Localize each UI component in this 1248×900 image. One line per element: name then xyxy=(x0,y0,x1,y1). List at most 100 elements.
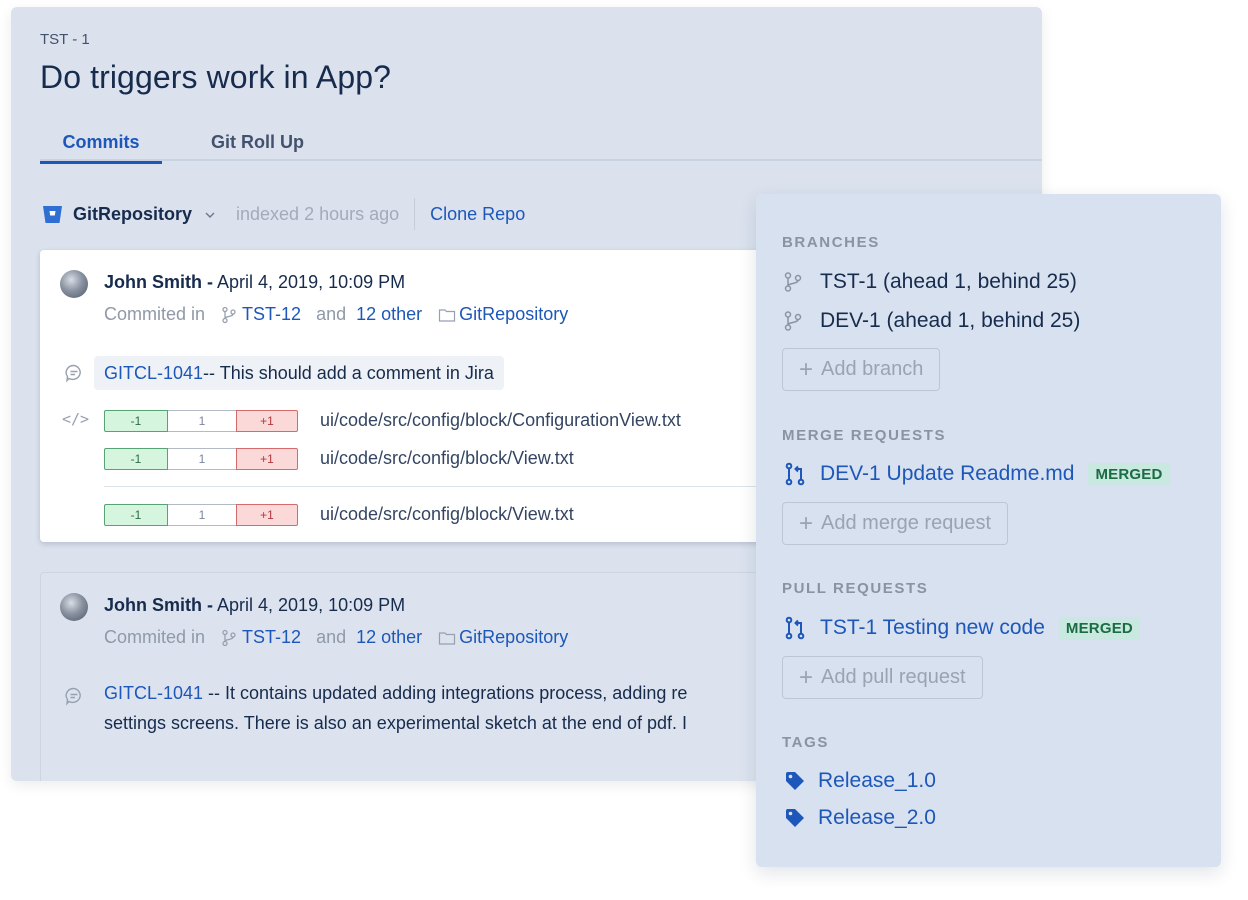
merged-status-badge: MERGED xyxy=(1088,462,1170,486)
branch-icon xyxy=(784,311,802,331)
tag-icon xyxy=(786,772,804,790)
commit-date: April 4, 2019, 10:09 PM xyxy=(217,272,406,292)
indexed-status: indexed 2 hours ago xyxy=(236,203,400,224)
add-branch-button[interactable]: + Add branch xyxy=(782,348,941,391)
tab-git-roll-up[interactable]: Git Roll Up xyxy=(211,132,304,153)
vertical-divider xyxy=(414,198,416,230)
repository-link[interactable]: GitRepository xyxy=(459,304,568,325)
lines-unchanged: 1 xyxy=(168,504,236,526)
issue-title: Do triggers work in App? xyxy=(40,59,392,95)
file-diff-row: -1 1 +1 xyxy=(104,448,298,470)
branch-item[interactable]: TST-1 (ahead 1, behind 25) xyxy=(782,270,1077,294)
and-label: and xyxy=(316,304,347,324)
merged-status-badge: MERGED xyxy=(1058,616,1140,640)
branches-heading: BRANCHES xyxy=(782,234,880,251)
tag-item[interactable]: Release_2.0 xyxy=(784,806,936,830)
committed-in-label: Commited in xyxy=(104,627,206,647)
commit-author: John Smith - xyxy=(104,272,213,292)
avatar xyxy=(60,593,88,621)
plus-icon: + xyxy=(799,663,814,691)
lines-removed: -1 xyxy=(104,504,168,526)
folder-icon xyxy=(438,629,456,647)
repository-selector[interactable]: GitRepository xyxy=(73,204,192,225)
pull-requests-heading: PULL REQUESTS xyxy=(782,580,929,597)
clone-repo-link[interactable]: Clone Repo xyxy=(430,204,525,225)
diff-stat-bar: -1 1 +1 xyxy=(104,410,298,432)
diff-stat-bar: -1 1 +1 xyxy=(104,504,298,526)
bitbucket-repo-icon xyxy=(42,204,63,225)
commit-meta: Commited in TST-12 and 12 other GitRepos… xyxy=(104,304,568,325)
diff-stat-bar: -1 1 +1 xyxy=(104,448,298,470)
commit-date: April 4, 2019, 10:09 PM xyxy=(217,595,406,615)
add-merge-request-button[interactable]: + Add merge request xyxy=(782,502,1009,545)
lines-added: +1 xyxy=(236,410,298,432)
file-diff-row: -1 1 +1 xyxy=(104,410,298,432)
issue-key-link[interactable]: GITCL-1041 xyxy=(104,363,203,384)
other-branches-link[interactable]: 12 other xyxy=(356,627,422,648)
commit-author-line: John Smith - April 4, 2019, 10:09 PM xyxy=(104,272,405,293)
chevron-down-icon[interactable] xyxy=(204,208,216,220)
committed-in-label: Commited in xyxy=(104,304,206,324)
merge-request-icon xyxy=(785,462,805,486)
tag-icon xyxy=(786,809,804,827)
comment-icon xyxy=(64,686,84,706)
add-branch-label: Add branch xyxy=(821,358,924,380)
code-icon: </> xyxy=(62,410,90,428)
commit-message: GITCL-1041 -- It contains updated adding… xyxy=(104,683,687,704)
tag-label: Release_1.0 xyxy=(818,769,936,792)
plus-icon: + xyxy=(799,509,814,537)
branch-label: TST-1 (ahead 1, behind 25) xyxy=(820,270,1077,293)
plus-icon: + xyxy=(799,355,814,383)
pull-request-item[interactable]: TST-1 Testing new code MERGED xyxy=(784,616,1140,640)
commit-card: John Smith - April 4, 2019, 10:09 PM Com… xyxy=(40,250,804,542)
lines-added: +1 xyxy=(236,504,298,526)
development-panel: BRANCHES TST-1 (ahead 1, behind 25) DEV-… xyxy=(756,194,1221,867)
lines-unchanged: 1 xyxy=(168,448,236,470)
tab-commits[interactable]: Commits xyxy=(40,132,162,164)
file-separator xyxy=(104,486,804,487)
file-path-link[interactable]: ui/code/src/config/block/View.txt xyxy=(320,448,574,469)
branch-item[interactable]: DEV-1 (ahead 1, behind 25) xyxy=(782,309,1080,333)
commit-author: John Smith - xyxy=(104,595,213,615)
add-pull-request-label: Add pull request xyxy=(821,666,966,688)
branch-icon xyxy=(221,629,237,647)
merge-requests-heading: MERGE REQUESTS xyxy=(782,427,947,444)
tags-heading: TAGS xyxy=(782,734,829,751)
repository-bar: GitRepository indexed 2 hours ago Clone … xyxy=(42,198,525,230)
avatar xyxy=(60,270,88,298)
commit-author-line: John Smith - April 4, 2019, 10:09 PM xyxy=(104,595,405,616)
repository-link[interactable]: GitRepository xyxy=(459,627,568,648)
commit-message-continued: settings screens. There is also an exper… xyxy=(104,713,687,733)
commit-message-text: -- It contains updated adding integratio… xyxy=(203,683,688,703)
issue-key-link[interactable]: GITCL-1041 xyxy=(104,683,203,703)
branch-icon xyxy=(221,306,237,324)
lines-added: +1 xyxy=(236,448,298,470)
file-path-link[interactable]: ui/code/src/config/block/ConfigurationVi… xyxy=(320,410,681,431)
branch-icon xyxy=(784,272,802,292)
tag-label: Release_2.0 xyxy=(818,806,936,829)
branch-link[interactable]: TST-12 xyxy=(242,304,301,325)
commit-meta: Commited in TST-12 and 12 other GitRepos… xyxy=(104,627,568,648)
commit-message: GITCL-1041 -- This should add a comment … xyxy=(94,356,504,390)
commit-card: John Smith - April 4, 2019, 10:09 PM Com… xyxy=(40,572,800,781)
add-pull-request-button[interactable]: + Add pull request xyxy=(782,656,983,699)
merge-request-item[interactable]: DEV-1 Update Readme.md MERGED xyxy=(784,462,1170,486)
pull-request-label: TST-1 Testing new code xyxy=(820,616,1045,639)
comment-icon xyxy=(64,363,84,383)
merge-request-label: DEV-1 Update Readme.md xyxy=(820,462,1075,485)
branch-label: DEV-1 (ahead 1, behind 25) xyxy=(820,309,1081,332)
tab-bar: Commits Git Roll Up xyxy=(40,127,1042,164)
folder-icon xyxy=(438,306,456,324)
tag-item[interactable]: Release_1.0 xyxy=(784,769,936,793)
other-branches-link[interactable]: 12 other xyxy=(356,304,422,325)
branch-link[interactable]: TST-12 xyxy=(242,627,301,648)
and-label: and xyxy=(316,627,347,647)
add-merge-request-label: Add merge request xyxy=(821,512,992,534)
commit-message-text: -- This should add a comment in Jira xyxy=(203,362,494,383)
lines-removed: -1 xyxy=(104,448,168,470)
lines-removed: -1 xyxy=(104,410,168,432)
file-path-link[interactable]: ui/code/src/config/block/View.txt xyxy=(320,504,574,525)
lines-unchanged: 1 xyxy=(168,410,236,432)
issue-key: TST - 1 xyxy=(40,31,90,48)
file-diff-row: -1 1 +1 xyxy=(104,504,298,526)
